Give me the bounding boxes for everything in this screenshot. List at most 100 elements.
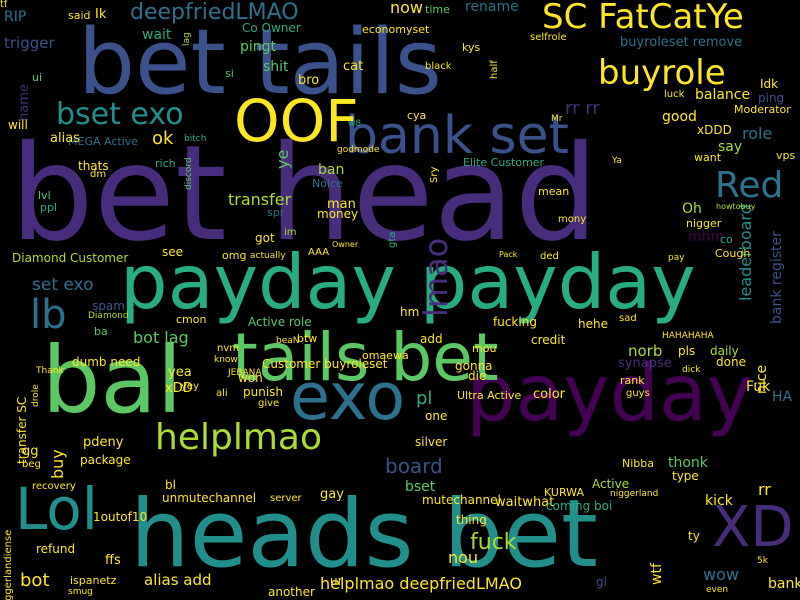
cloud-word: say [718,139,743,155]
cloud-word: cat [343,59,364,74]
cloud-word: transfer SC [15,396,29,464]
cloud-word: alias add [144,571,212,589]
cloud-word: spr [267,206,285,219]
cloud-word: buy [48,449,67,479]
cloud-word: recovery [32,481,76,492]
cloud-word: im [284,227,297,238]
cloud-word: ffs [105,553,121,568]
cloud-word: want [694,151,722,164]
cloud-word: dumb need [72,355,141,369]
cloud-word: w8 [348,119,362,129]
cloud-word: omaewa [362,349,409,362]
cloud-word: lag [182,32,192,46]
cloud-word: mony [558,214,587,225]
cloud-word: Co Owner [242,21,301,35]
cloud-word: buyroleset remove [620,35,743,50]
cloud-word: Noice [312,177,343,190]
cloud-word: punish [243,385,284,399]
cloud-word: pls [678,344,696,358]
cloud-word: black [425,61,452,72]
cloud-word: drole [31,384,41,407]
cloud-word: die [468,369,487,383]
cloud-word: Diamond Customer [12,251,129,265]
cloud-word: wtf [649,563,665,585]
cloud-word: got [255,231,275,245]
cloud-word: Nibba [622,457,654,470]
cloud-word: lb [30,292,67,338]
cloud-word: bitch [184,134,207,144]
cloud-word: ba [94,325,108,338]
cloud-word: ui [32,71,43,84]
cloud-word: mean [538,185,570,198]
cloud-word: kick [705,493,733,509]
cloud-word: kys [462,41,481,54]
cloud-word: see [162,245,184,259]
cloud-word: give [258,398,280,409]
cloud-word: buyrole [598,53,726,93]
cloud-word: fucking [493,315,537,329]
cloud-word: set exo [32,275,94,295]
cloud-word: ok [152,128,174,149]
cloud-word: Mr [551,114,563,124]
cloud-word: ur [330,574,343,588]
cloud-word: Elite Customer [463,156,545,169]
cloud-word: gl [596,575,607,589]
cloud-word: refund [36,542,76,556]
cloud-word: mou [472,342,497,355]
cloud-word: ispanetz [70,574,117,587]
cloud-word: bl [165,478,176,492]
cloud-word: SC FatCatYe [542,0,744,37]
cloud-word: Ik [95,7,107,22]
cloud-word: rich [155,157,176,170]
cloud-word: thing [456,513,487,527]
cloud-word: Ultra Active [457,389,522,402]
cloud-word: ali [216,388,228,399]
cloud-word: package [80,453,131,467]
cloud-word: omg [222,249,247,262]
cloud-word: wait [142,27,172,43]
cloud-word: niggerlandiense [3,529,14,600]
cloud-word: nigger [686,217,722,230]
cloud-word: role [742,124,773,143]
cloud-word: bal [42,327,183,434]
cloud-word: mutechannel [422,493,501,507]
cloud-word: gta [387,231,398,248]
cloud-word: Sry [429,166,440,183]
cloud-word: name [17,84,32,121]
cloud-word: board [385,454,443,478]
cloud-word: nou [448,548,479,567]
cloud-word: bro [298,73,320,88]
cloud-word: bset exo [56,97,184,132]
cloud-word: btw [297,332,318,345]
cloud-word: even [706,585,729,595]
cloud-word: balance [695,87,751,103]
cloud-word: rank [620,374,645,387]
cloud-word: cmon [176,313,207,326]
cloud-word: Red [715,165,784,206]
cloud-word: actually [250,251,286,261]
cloud-word: smug [68,587,93,597]
cloud-word: Cough [715,247,751,260]
cloud-word: vps [776,149,796,162]
cloud-word: niggerland [610,489,659,499]
cloud-word: wow [703,565,739,584]
cloud-word: thonk [668,455,708,471]
cloud-word: coming boi [546,499,613,513]
cloud-word: ty [688,529,700,543]
cloud-word: yey [181,381,199,392]
cloud-word: Fuk [746,379,771,395]
cloud-word: Thank [36,366,64,376]
cloud-word: Diamond [88,311,129,321]
cloud-word: guys [626,388,650,399]
cloud-word: credit [531,333,566,347]
cloud-word: bot [20,570,50,591]
cloud-word: selfrole [530,32,567,43]
cloud-word: rr [758,480,771,499]
cloud-word: luck [664,89,685,100]
cloud-word: gay [320,487,344,502]
cloud-word: nvm [217,343,239,354]
cloud-word: beaN [276,336,300,346]
cloud-word: type [672,469,699,483]
cloud-word: 5k [757,556,768,566]
cloud-word: color [533,387,566,402]
